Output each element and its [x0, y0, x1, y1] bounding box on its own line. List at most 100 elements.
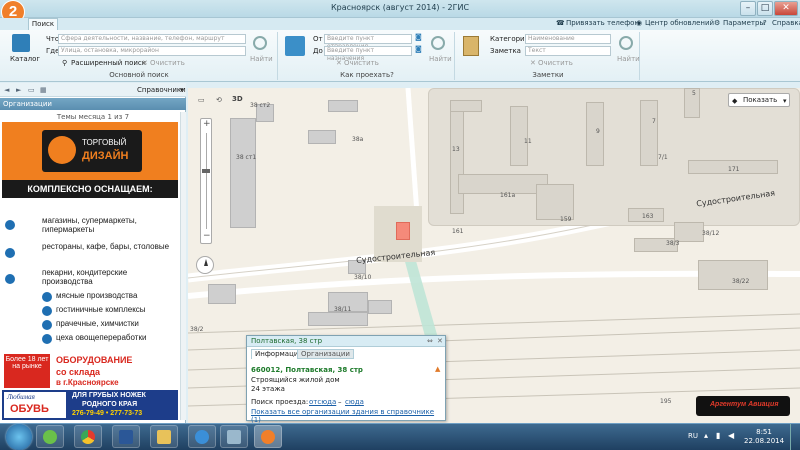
chat-icon-2[interactable]: ◙	[415, 45, 422, 53]
folder-icon	[157, 430, 171, 444]
building-13	[450, 106, 464, 214]
close-button[interactable]: ✕	[774, 1, 798, 16]
catalog-button[interactable]: Каталог	[10, 55, 40, 63]
taskbar-2gis[interactable]	[254, 425, 282, 448]
show-desktop-button[interactable]	[790, 424, 800, 450]
compass-icon[interactable]	[196, 256, 214, 274]
map-label: 171	[728, 166, 740, 173]
ad-banner[interactable]: ТОРГОВЫЙ ДИЗАЙН КОМПЛЕКСНО ОСНАЩАЕМ: маг…	[2, 122, 178, 420]
theme-pager[interactable]: Темы месяца 1 из 7	[0, 113, 186, 121]
directory-dropdown[interactable]: Справочники	[137, 86, 186, 94]
taskbar-icq[interactable]	[36, 425, 64, 448]
ad-equip-line1: ОБОРУДОВАНИЕ	[56, 355, 133, 365]
route-find-button[interactable]: Найти	[429, 55, 452, 63]
route-from-link[interactable]: отсюда	[309, 398, 336, 406]
gear-icon: ⚙	[714, 19, 721, 27]
zoom-in-icon[interactable]: +	[203, 119, 211, 129]
map-label: 161	[452, 228, 464, 235]
catalog-icon[interactable]	[12, 34, 30, 52]
where-input[interactable]: Улица, остановка, микрорайон	[58, 46, 246, 56]
ad-shoes-logo: Любимая ОБУВЬ	[4, 392, 66, 418]
popup-desc: Строящийся жилой дом	[251, 376, 340, 384]
note-input[interactable]: Текст	[525, 46, 611, 56]
what-input[interactable]: Сфера деятельности, название, телефон, м…	[58, 34, 246, 44]
map-label: 163	[642, 213, 654, 220]
building-7	[640, 100, 658, 166]
popup-address: 660012, Полтавская, 38 стр	[251, 366, 363, 374]
selected-building-38str[interactable]	[396, 222, 410, 240]
clear-search-button[interactable]: Очистить	[150, 59, 185, 67]
taskbar-explorer[interactable]	[150, 425, 178, 448]
ad-logo: ТОРГОВЫЙ ДИЗАЙН	[42, 130, 142, 172]
chevron-down-icon[interactable]: ▾	[180, 86, 184, 94]
show-layers-button[interactable]: ◆ Показать ▾	[728, 93, 790, 107]
volume-icon[interactable]: ◀	[728, 431, 734, 440]
start-button[interactable]	[6, 424, 32, 450]
clear-notes-icon: ✕	[530, 59, 536, 67]
store-icon	[5, 220, 15, 230]
zoom-out-icon[interactable]: −	[203, 231, 211, 241]
zoom-thumb[interactable]	[202, 169, 210, 173]
zoom-track	[206, 133, 207, 229]
taskbar-media[interactable]	[188, 425, 216, 448]
back-icon[interactable]: ◄	[4, 86, 9, 94]
chat-icon[interactable]: ◙	[415, 33, 422, 41]
rotate-icon[interactable]: ⟲	[216, 96, 222, 104]
clear-notes-button[interactable]: Очистить	[538, 59, 573, 67]
map-logo[interactable]: Аргентум Авиация	[696, 396, 790, 416]
maximize-button[interactable]: □	[757, 1, 773, 16]
group-label-notes: Заметки	[532, 71, 564, 79]
close-icon[interactable]: ✕	[437, 337, 443, 345]
clear-route-icon: ✕	[336, 59, 342, 67]
link-bind-phone[interactable]: Привязать телефон	[566, 19, 639, 27]
ad-shoes-brand2: ОБУВЬ	[10, 403, 49, 415]
show-orgs-link[interactable]: Показать все организации здания в справо…	[251, 408, 445, 424]
ad-shoes-line1: ДЛЯ ГРУБЫХ НОЖЕК	[72, 392, 146, 399]
language-indicator[interactable]: RU	[688, 432, 698, 440]
tab-search[interactable]: Поиск	[28, 18, 58, 30]
print-icon[interactable]: ▭	[28, 86, 35, 94]
clear-route-button[interactable]: Очистить	[344, 59, 379, 67]
route-search-icon[interactable]	[431, 36, 445, 50]
notes-find-button[interactable]: Найти	[617, 55, 640, 63]
tray-up-icon[interactable]: ▴	[704, 431, 708, 440]
building-13-top	[450, 100, 482, 112]
3d-toggle[interactable]: 3D	[232, 95, 243, 103]
category-label: Категория	[490, 35, 529, 43]
link-params[interactable]: Параметры	[723, 19, 765, 27]
pin-icon[interactable]: ⇔	[427, 337, 433, 345]
ad-item-6: прачечные, химчистки	[56, 319, 178, 328]
tab-organizations[interactable]: Организации	[297, 349, 354, 359]
from-input[interactable]: Введите пункт отправления	[324, 34, 412, 50]
search-icon[interactable]	[253, 36, 267, 50]
network-icon[interactable]: ▮	[716, 431, 720, 440]
popup-floors: 24 этажа	[251, 385, 285, 393]
link-help[interactable]: Справка	[772, 19, 800, 27]
route-label: Поиск проезда:	[251, 398, 309, 406]
sidebar-scrollbar[interactable]	[180, 112, 186, 420]
ruler-icon[interactable]: ▭	[198, 96, 205, 104]
building-gray-4	[208, 284, 236, 304]
minimize-button[interactable]: –	[740, 1, 756, 16]
notes-search-icon[interactable]	[619, 36, 633, 50]
find-button[interactable]: Найти	[250, 55, 273, 63]
group-label-route: Как проехать?	[340, 71, 394, 79]
layout-icon[interactable]: ▦	[40, 86, 47, 94]
advanced-search-button[interactable]: Расширенный поиск	[71, 59, 146, 67]
category-select[interactable]: Наименование	[525, 34, 611, 44]
taskbar-chrome[interactable]	[74, 425, 102, 448]
route-to-link[interactable]: сюда	[345, 398, 364, 406]
restaurant-icon	[5, 248, 15, 258]
to-input[interactable]: Введите пункт назначения	[324, 46, 412, 62]
taskbar-word[interactable]	[112, 425, 140, 448]
clock[interactable]: 8:51 22.08.2014	[744, 428, 784, 446]
link-updates[interactable]: Центр обновлений	[645, 19, 714, 27]
icq-icon	[43, 430, 57, 444]
city-block-north	[428, 88, 800, 226]
map-label: 9	[596, 128, 600, 135]
zoom-slider[interactable]: + −	[200, 118, 212, 244]
ad-brand-line1: ТОРГОВЫЙ	[82, 138, 127, 147]
map-label: 7/1	[658, 154, 668, 161]
taskbar-window[interactable]	[220, 425, 248, 448]
forward-icon[interactable]: ►	[16, 86, 21, 94]
